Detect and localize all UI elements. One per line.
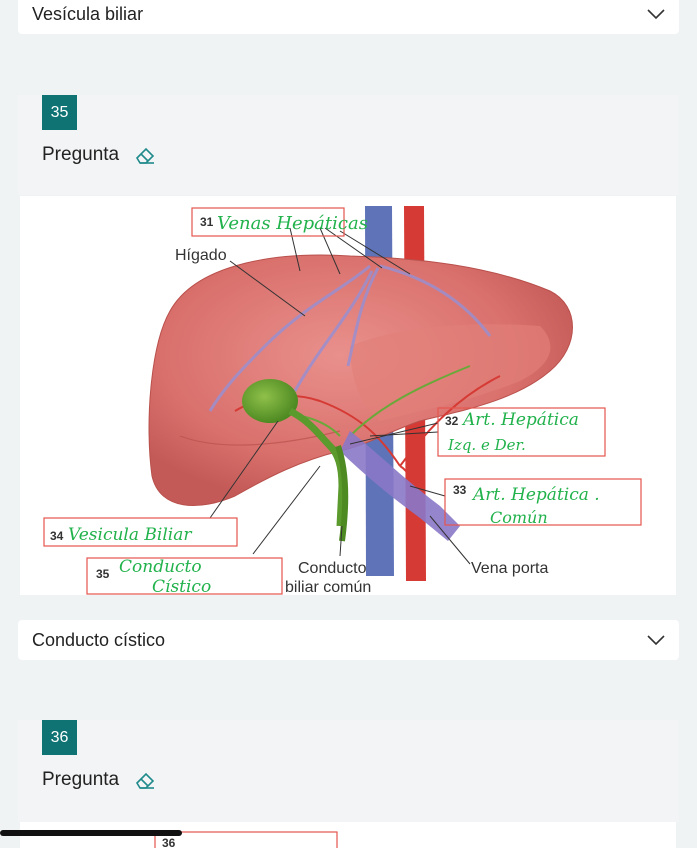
- chevron-down-icon: [647, 9, 665, 20]
- question-number-badge: 36: [42, 720, 77, 755]
- chevron-down-icon: [647, 635, 665, 646]
- question-label: Pregunta: [42, 143, 157, 167]
- liver-anatomy-figure: 31 32 33 34 35 Hígado Conducto biliar co…: [20, 196, 676, 595]
- label-conducto-line1: Conducto: [298, 560, 367, 577]
- answer-select-value: Conducto cístico: [32, 629, 166, 650]
- label-conducto-line2: biliar común: [285, 579, 371, 595]
- question-card-36: 36 Pregunta: [18, 720, 679, 822]
- answer-select-34[interactable]: Vesícula biliar: [18, 0, 679, 34]
- question-card-35: 35 Pregunta: [18, 95, 679, 195]
- question-label-text: Pregunta: [42, 144, 120, 165]
- liver-diagram: 31 32 33 34 35 Hígado Conducto biliar co…: [43, 206, 642, 595]
- question-number-badge: 35: [42, 95, 77, 130]
- label-number-36: 36: [162, 836, 176, 848]
- label-number-32: 32: [445, 414, 459, 428]
- handwritten-33-line1: Art. Hepática .: [471, 485, 600, 505]
- label-number-34: 34: [50, 529, 64, 543]
- handwritten-35-line1: Conducto: [119, 557, 202, 577]
- handwritten-35-line2: Cístico: [152, 577, 211, 595]
- gallbladder-shape: [242, 379, 298, 423]
- handwritten-33-line2: Común: [490, 508, 548, 527]
- handwritten-34: Vesicula Biliar: [68, 525, 192, 545]
- label-number-33: 33: [453, 483, 467, 497]
- handwritten-31: Venas Hepáticas: [217, 213, 368, 234]
- portal-vein-shape: [340, 431, 460, 541]
- label-vena-porta: Vena porta: [471, 560, 549, 577]
- eraser-icon[interactable]: [133, 143, 157, 167]
- label-higado: Hígado: [175, 247, 227, 264]
- question-label: Pregunta: [42, 768, 157, 792]
- label-number-31: 31: [200, 215, 214, 229]
- handwritten-32-line1: Art. Hepática: [461, 410, 579, 430]
- answer-select-value: Vesícula biliar: [32, 3, 144, 24]
- horizontal-scrollbar[interactable]: [0, 830, 182, 836]
- answer-select-35[interactable]: Conducto cístico: [18, 620, 679, 660]
- eraser-icon[interactable]: [133, 768, 157, 792]
- question-label-text: Pregunta: [42, 769, 120, 790]
- label-box-36: [154, 831, 338, 848]
- handwritten-32-line2: Izq. e Der.: [447, 436, 526, 454]
- label-number-35: 35: [96, 567, 110, 581]
